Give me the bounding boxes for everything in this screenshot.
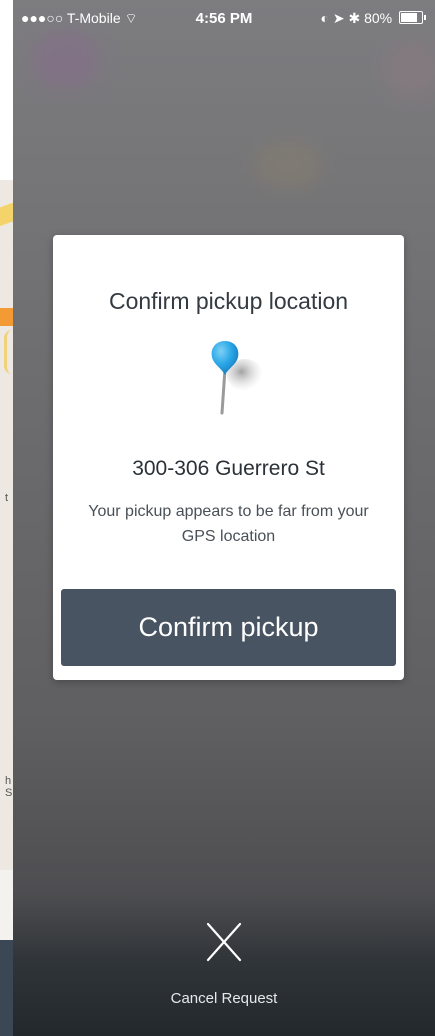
status-bar: ●●●○○ T-Mobile ⌔ 4:56 PM ◐ ➤ ✱ 80% bbox=[13, 0, 435, 34]
status-icons: ◐ ➤ ✱ bbox=[320, 10, 361, 26]
confirm-pickup-screen: ●●●○○ T-Mobile ⌔ 4:56 PM ◐ ➤ ✱ 80% Confi… bbox=[13, 0, 435, 1036]
map-pin-icon bbox=[211, 341, 263, 415]
previous-screen-footer bbox=[0, 940, 13, 1036]
background-blur bbox=[383, 40, 435, 100]
previous-screen-map bbox=[0, 180, 13, 870]
confirm-pickup-button[interactable]: Confirm pickup bbox=[61, 589, 396, 666]
cancel-request-button[interactable]: Cancel Request bbox=[13, 990, 435, 1007]
dialog-message: Your pickup appears to be far from your … bbox=[88, 503, 369, 545]
previous-screen-header bbox=[0, 0, 13, 180]
pickup-address: 300-306 Guerrero St bbox=[132, 457, 325, 480]
previous-screen-edge: t h S bbox=[0, 0, 13, 1036]
battery-fill bbox=[401, 13, 417, 22]
battery-icon bbox=[399, 11, 426, 24]
map-road-curve bbox=[4, 330, 13, 374]
close-icon[interactable] bbox=[206, 922, 242, 962]
map-road-orange bbox=[0, 308, 13, 326]
background-blur bbox=[31, 30, 101, 90]
map-road-yellow bbox=[0, 185, 13, 255]
map-street-label: t bbox=[5, 492, 9, 504]
status-right-group: ◐ ➤ ✱ 80% bbox=[320, 10, 426, 27]
battery-percent: 80% bbox=[364, 10, 393, 26]
confirm-pickup-dialog: Confirm pickup location 300-306 Guerrero… bbox=[53, 235, 404, 680]
map-street-label: h S bbox=[5, 775, 13, 799]
dialog-title: Confirm pickup location bbox=[108, 288, 349, 314]
background-blur bbox=[253, 140, 323, 190]
